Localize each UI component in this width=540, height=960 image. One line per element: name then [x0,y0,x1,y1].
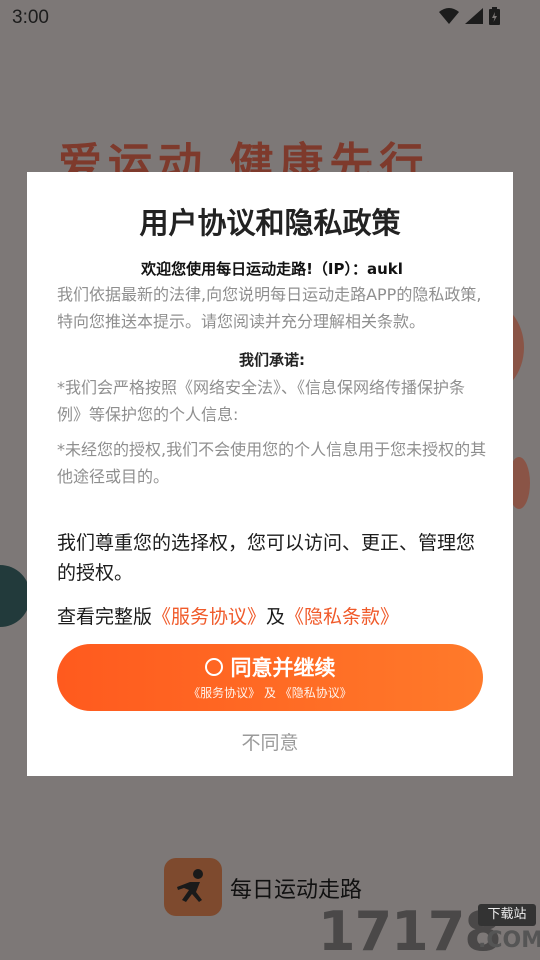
agree-main-row: 同意并继续 [57,652,483,682]
watermark-badge: 下载站 [478,904,536,926]
service-agreement-link[interactable]: 《服务协议》 [152,606,266,628]
radio-circle-icon [204,658,223,676]
commitment-title: 我们承诺: [239,351,305,369]
disagree-button[interactable]: 不同意 [27,728,513,755]
status-bar: 3:00 [0,0,540,38]
respect-choice-text: 我们尊重您的选择权，您可以访问、更正、管理您的授权。 [57,532,476,584]
welcome-text: 欢迎您使用每日运动走路!（IP）：aukl [141,260,403,278]
commitment-item: *未经您的授权,我们不会使用您的个人信息用于您未授权的其他途径或目的。 [57,440,487,486]
battery-icon [489,7,500,29]
wifi-icon [439,8,459,28]
privacy-dialog: 用户协议和隐私政策 欢迎您使用每日运动走路!（IP）：aukl 我们依据最新的法… [27,172,513,776]
view-full-prefix: 查看完整版 [57,606,153,628]
agree-continue-button[interactable]: 同意并继续 《服务协议》 及 《隐私协议》 [57,644,483,711]
watermark-logo: 17178 [318,900,502,960]
status-icons [439,7,500,29]
app-logo-icon [164,858,222,916]
view-full-line: 查看完整版《服务协议》及《隐私条款》 [57,602,399,629]
agree-sub-label: 《服务协议》 及 《隐私协议》 [188,686,352,700]
background-leaf-decoration [0,565,30,627]
and-text: 及 [266,606,286,628]
policy-scroll-area[interactable]: 欢迎您使用每日运动走路!（IP）：aukl 我们依据最新的法律,向您说明每日运动… [57,254,487,512]
status-time: 3:00 [12,7,49,28]
dialog-title: 用户协议和隐私政策 [139,206,401,240]
watermark-domain: .COM [478,928,540,953]
privacy-terms-link[interactable]: 《隐私条款》 [285,606,399,628]
intro-text: 我们依据最新的法律,向您说明每日运动走路APP的隐私政策,特向您推送本提示。请您… [57,285,482,331]
signal-icon [465,8,483,28]
commitment-item: *我们会严格按照《网络安全法》、《信息保网络传播保护条例》等保护您的个人信息: [57,378,466,424]
scroll-fade [57,486,487,512]
agree-label: 同意并继续 [230,656,336,680]
